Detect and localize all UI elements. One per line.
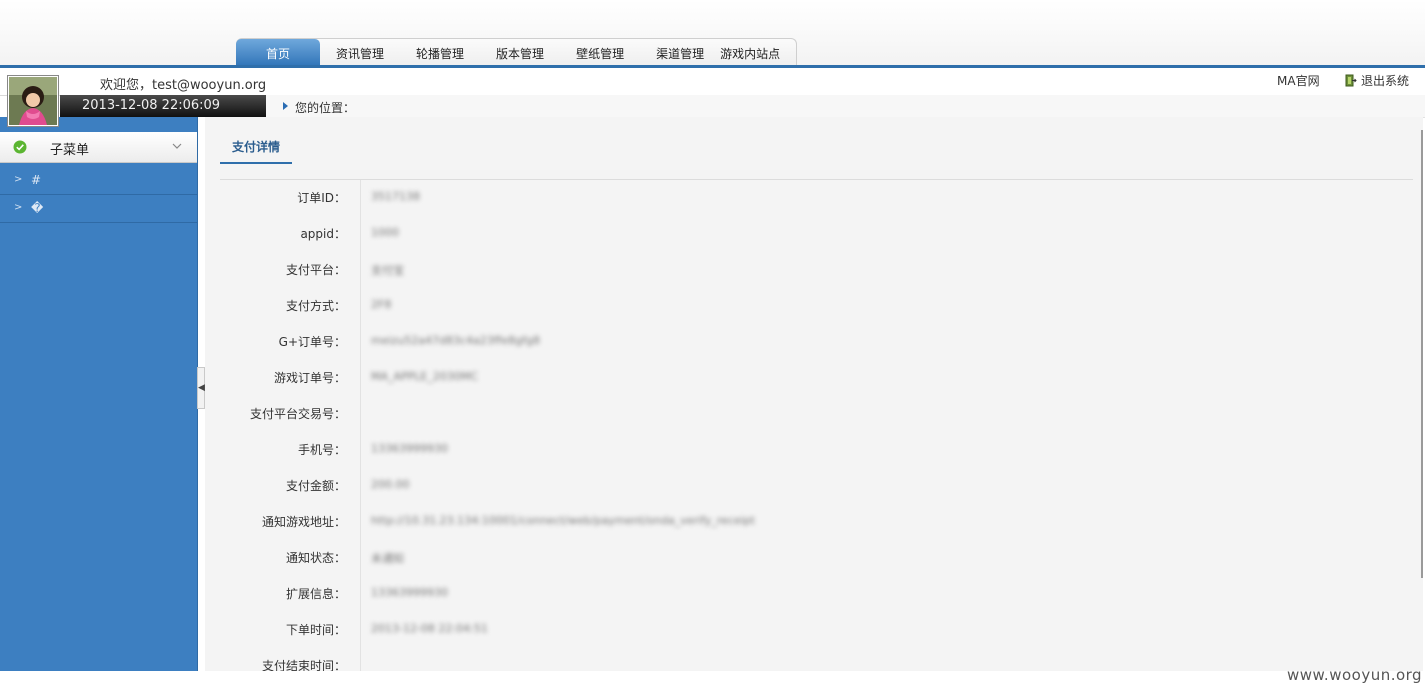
detail-row-label: 支付方式： — [285, 299, 346, 313]
avatar-image-icon — [9, 77, 57, 125]
logout-icon[interactable] — [1345, 74, 1357, 87]
detail-row-label: 通知游戏地址： — [261, 515, 346, 529]
detail-row-value: MA_APPLE_2030MC — [371, 370, 479, 383]
watermark: www.wooyun.org — [1287, 666, 1423, 684]
avatar — [7, 75, 59, 127]
detail-row-value: meizu52a47d83c4a23ffe8gfg8 — [371, 334, 540, 347]
detail-row-value: 未通知 — [371, 552, 404, 565]
check-circle-icon — [13, 140, 27, 154]
detail-row-label: 通知状态： — [285, 551, 346, 565]
detail-row-value: 支付宝 — [371, 264, 404, 277]
detail-row-value: 1000 — [371, 226, 399, 239]
submenu-label: 子菜单 — [50, 143, 90, 158]
detail-row-value: 13363999930 — [371, 586, 448, 599]
nav-tab-ingame-site[interactable]: 游戏内站点 — [720, 39, 796, 67]
column-divider — [360, 180, 361, 671]
tab-divider — [220, 179, 1413, 180]
chevron-down-icon — [172, 143, 182, 149]
current-datetime: 2013-12-08 22:06:09 — [60, 95, 266, 117]
submenu-header[interactable]: 子菜单 — [0, 132, 197, 163]
nav-tab-wallpaper[interactable]: 壁纸管理 — [560, 39, 640, 67]
detail-row-label: 订单ID： — [297, 191, 346, 205]
location-bar — [266, 95, 1425, 118]
detail-row-value: 2013-12-08 22:04:51 — [371, 622, 488, 635]
sidebar-item-label: # — [31, 173, 42, 187]
ma-official-link[interactable]: MA官网 — [1277, 72, 1320, 89]
detail-row-value: 200.00 — [371, 478, 410, 491]
detail-row-label: 下单时间： — [285, 623, 346, 637]
detail-row-value: 13363999930 — [371, 442, 448, 455]
location-arrow-icon — [283, 102, 288, 110]
detail-row-value: 3517138 — [371, 190, 420, 203]
detail-row-label: 游戏订单号： — [273, 371, 346, 385]
detail-row-label: 支付金额： — [285, 479, 346, 493]
logout-link[interactable]: 退出系统 — [1361, 72, 1409, 89]
detail-row-label: G+订单号： — [278, 335, 346, 349]
chevron-right-icon: > — [14, 202, 23, 213]
detail-row-label: appid： — [300, 227, 346, 241]
detail-row-label: 手机号： — [297, 443, 346, 457]
sidebar-item-2[interactable]: > � — [0, 194, 197, 223]
detail-row-label: 支付平台： — [285, 263, 346, 277]
welcome-text: 欢迎您，test@wooyun.org — [100, 78, 267, 93]
chevron-right-icon: > — [14, 174, 23, 185]
nav-tab-carousel[interactable]: 轮播管理 — [400, 39, 480, 67]
location-label: 您的位置： — [295, 101, 356, 115]
detail-row-label: 扩展信息： — [285, 587, 346, 601]
detail-row-value: http://10.31.23.134:10001/connect/web/pa… — [371, 514, 755, 527]
main-nav: 首页 资讯管理 轮播管理 版本管理 壁纸管理 渠道管理 游戏内站点 — [236, 38, 798, 67]
nav-tab-channel[interactable]: 渠道管理 — [640, 39, 720, 67]
tab-payment-detail[interactable]: 支付详情 — [220, 134, 292, 164]
scrollbar[interactable] — [1421, 130, 1423, 578]
sidebar-item-1[interactable]: > # — [0, 166, 197, 195]
nav-tab-news[interactable]: 资讯管理 — [320, 39, 400, 67]
detail-row-label: 支付平台交易号： — [249, 407, 346, 421]
detail-row-value: 2F8 — [371, 298, 392, 311]
nav-tab-home[interactable]: 首页 — [236, 39, 321, 67]
bottom-band — [0, 671, 1425, 685]
sidebar-item-label: � — [31, 201, 44, 215]
nav-tab-version[interactable]: 版本管理 — [480, 39, 560, 67]
